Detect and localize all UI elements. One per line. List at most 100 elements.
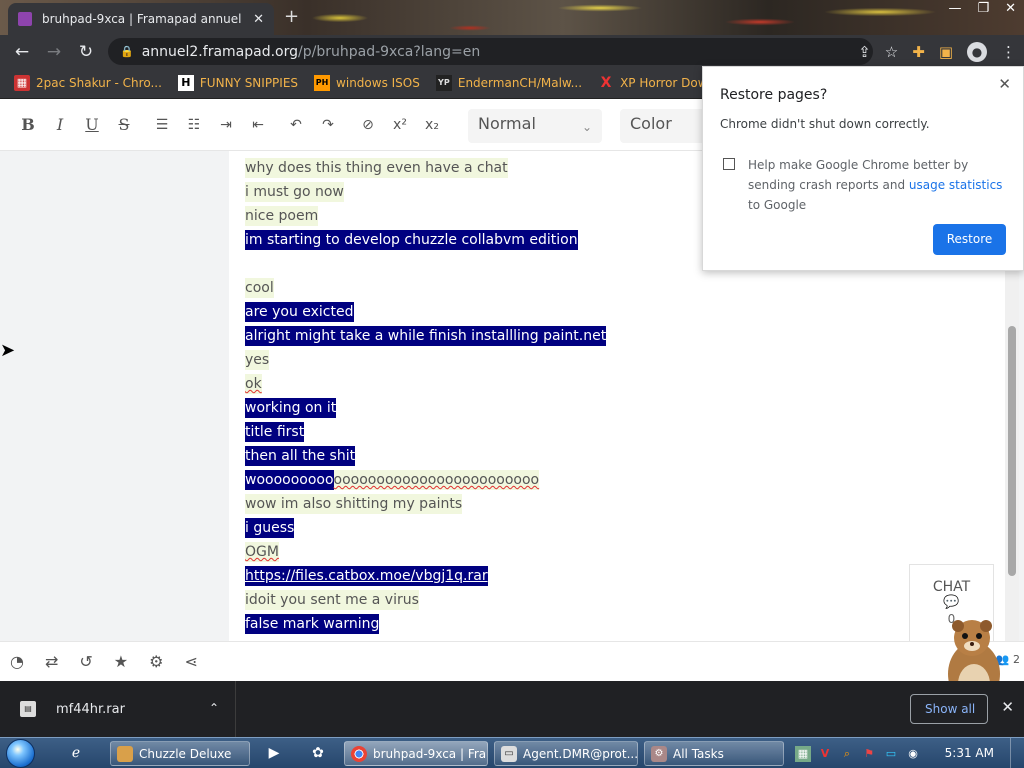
bookmark-star-icon[interactable]: ☆ [885, 43, 898, 61]
pad-line[interactable]: alright might take a while finish instal… [245, 324, 945, 348]
pad-line[interactable]: idoit you sent me a virus [245, 588, 945, 612]
internet-explorer-icon[interactable]: ℯ [66, 743, 86, 763]
strikethrough-icon[interactable]: S [108, 115, 140, 134]
chat-label: CHAT [932, 579, 971, 595]
restore-button[interactable]: Restore [933, 224, 1006, 255]
pad-line[interactable]: false mark warning [245, 612, 945, 636]
underline-icon[interactable]: U [76, 115, 108, 134]
bookmark-endermanch[interactable]: YP EndermanCH/Malw... [435, 75, 582, 91]
tray-app-icon[interactable]: ▦ [795, 745, 811, 762]
clear-authorship-icon[interactable]: ⊘ [352, 117, 384, 133]
taskbar-item-chuzzle[interactable]: Chuzzle Deluxe [110, 741, 250, 766]
taskbar-clock[interactable]: 5:31 AM [945, 746, 994, 760]
picture-icon: ▦ [14, 75, 30, 91]
taskbar-item-all-tasks[interactable]: ⚙ All Tasks [644, 741, 784, 766]
taskbar-item-label: All Tasks [673, 746, 724, 761]
help-suffix: to Google [748, 198, 807, 212]
pad-line-link[interactable]: https://files.catbox.moe/vbgj1q.rar [245, 564, 945, 588]
pad-line[interactable]: i guess [245, 516, 945, 540]
tray-flag-icon[interactable]: ⚑ [861, 746, 877, 762]
scrollbar-thumb[interactable] [1008, 326, 1016, 576]
redo-icon[interactable]: ↷ [312, 117, 344, 133]
pad-line[interactable]: yes [245, 348, 945, 372]
close-icon[interactable]: ✕ [998, 75, 1011, 93]
reload-icon[interactable]: ↻ [70, 42, 102, 62]
dashboard-gauge-icon[interactable]: ◔ [10, 652, 24, 671]
timeslider-history-icon[interactable]: ↺ [79, 652, 92, 671]
pad-line-text: idoit you sent me a virus [245, 590, 419, 610]
bookmark-2pac[interactable]: ▦ 2pac Shakur - Chro... [14, 75, 162, 91]
pad-line[interactable]: then all the shit [245, 444, 945, 468]
pad-bottom-toolbar: ◔ ⇄ ↺ ★ ⚙ ⋖ [0, 641, 1024, 681]
close-download-bar-icon[interactable]: ✕ [1001, 698, 1014, 716]
tray-v-icon[interactable]: V [817, 746, 833, 762]
chrome-icon [351, 745, 367, 762]
italic-icon[interactable]: I [44, 115, 76, 134]
ordered-list-icon[interactable]: ☰ [146, 117, 178, 133]
restore-title: Restore pages? [720, 87, 828, 103]
tray-search-icon[interactable]: ⌕ [839, 746, 855, 762]
media-player-icon[interactable]: ▶ [264, 743, 284, 763]
paint-icon[interactable]: ✿ [308, 743, 328, 763]
pad-line[interactable]: OGM [245, 540, 945, 564]
x-logo-icon: X [600, 75, 612, 91]
address-bar[interactable]: 🔒 annuel2.framapad.org/p/bruhpad-9xca?la… [108, 38, 873, 65]
indent-icon[interactable]: ⇥ [210, 117, 242, 133]
menu-kebab-icon[interactable]: ⋮ [1001, 43, 1016, 61]
bold-icon[interactable]: B [12, 115, 44, 134]
chevron-down-icon: ⌄ [581, 120, 592, 134]
pad-line[interactable]: ok [245, 372, 945, 396]
unordered-list-icon[interactable]: ☷ [178, 117, 210, 133]
pad-line[interactable]: are you exicted [245, 300, 945, 324]
back-arrow-icon[interactable]: ← [6, 42, 38, 62]
minimize-icon[interactable]: — [948, 1, 961, 16]
taskbar-item-chrome[interactable]: bruhpad-9xca | Fra... [344, 741, 488, 766]
forward-arrow-icon[interactable]: → [38, 42, 70, 62]
share-nodes-icon[interactable]: ⋖ [184, 652, 197, 671]
color-select[interactable]: Color [620, 109, 710, 143]
subscript-icon[interactable]: x₂ [416, 117, 448, 133]
pad-line-mixed[interactable]: wooooooooooooooooooooooooooooooooo [245, 468, 945, 492]
taskbar-item-label: Agent.DMR@prot... [523, 746, 638, 761]
bookmark-windows-isos[interactable]: PH windows ISOS [314, 75, 420, 91]
extensions-puzzle-icon[interactable]: ✚ [912, 43, 925, 61]
new-tab-button[interactable]: + [284, 6, 299, 27]
chevron-up-icon[interactable]: ⌃ [209, 701, 219, 715]
import-export-icon[interactable]: ⇄ [45, 652, 58, 671]
bookmark-label: FUNNY SNIPPIES [199, 76, 299, 90]
pad-line-text: i must go now [245, 182, 344, 202]
undo-icon[interactable]: ↶ [280, 117, 312, 133]
tray-monitor-icon[interactable]: ▭ [883, 746, 899, 762]
taskbar-item-agent[interactable]: ▭ Agent.DMR@prot... [494, 741, 638, 766]
pad-line[interactable]: wow im also shitting my paints [245, 492, 945, 516]
restore-subtitle: Chrome didn't shut down correctly. [720, 117, 930, 131]
pad-scrollbar[interactable] [1005, 271, 1019, 641]
pad-line[interactable]: title first [245, 420, 945, 444]
superscript-icon[interactable]: x² [384, 117, 416, 133]
pad-line[interactable]: cool [245, 276, 945, 300]
lock-icon[interactable]: 🔒 [120, 45, 134, 58]
tray-disc-icon[interactable]: ◉ [905, 746, 921, 762]
pad-line-link-text[interactable]: https://files.catbox.moe/vbgj1q.rar [245, 566, 488, 586]
settings-gear-icon[interactable]: ⚙ [149, 652, 163, 671]
side-panel-icon[interactable]: ▣ [939, 43, 953, 61]
crash-report-checkbox[interactable] [723, 158, 735, 170]
browser-tab-active[interactable]: bruhpad-9xca | Framapad annuel ✕ [8, 3, 274, 35]
show-all-button[interactable]: Show all [910, 694, 988, 724]
download-item[interactable]: ▤ mf44hr.rar ⌃ [0, 681, 236, 737]
heading-style-select[interactable]: Normal ⌄ [468, 109, 602, 143]
maximize-icon[interactable]: ❐ [977, 1, 989, 16]
share-icon[interactable]: ⇪ [858, 43, 871, 61]
start-button[interactable] [6, 738, 42, 768]
show-desktop-button[interactable] [1010, 738, 1024, 768]
profile-avatar[interactable]: ● [967, 41, 987, 62]
close-window-icon[interactable]: ✕ [1005, 1, 1016, 16]
close-tab-icon[interactable]: ✕ [253, 12, 264, 27]
bookmark-funny-snippies[interactable]: H FUNNY SNIPPIES [177, 75, 299, 91]
saved-revision-star-icon[interactable]: ★ [114, 652, 128, 671]
usage-statistics-link[interactable]: usage statistics [909, 178, 1003, 192]
pad-line[interactable]: working on it [245, 396, 945, 420]
browser-tab-strip: bruhpad-9xca | Framapad annuel ✕ + — ❐ ✕ [0, 0, 1024, 35]
pad-line-text: i guess [245, 518, 295, 538]
outdent-icon[interactable]: ⇤ [242, 117, 274, 133]
